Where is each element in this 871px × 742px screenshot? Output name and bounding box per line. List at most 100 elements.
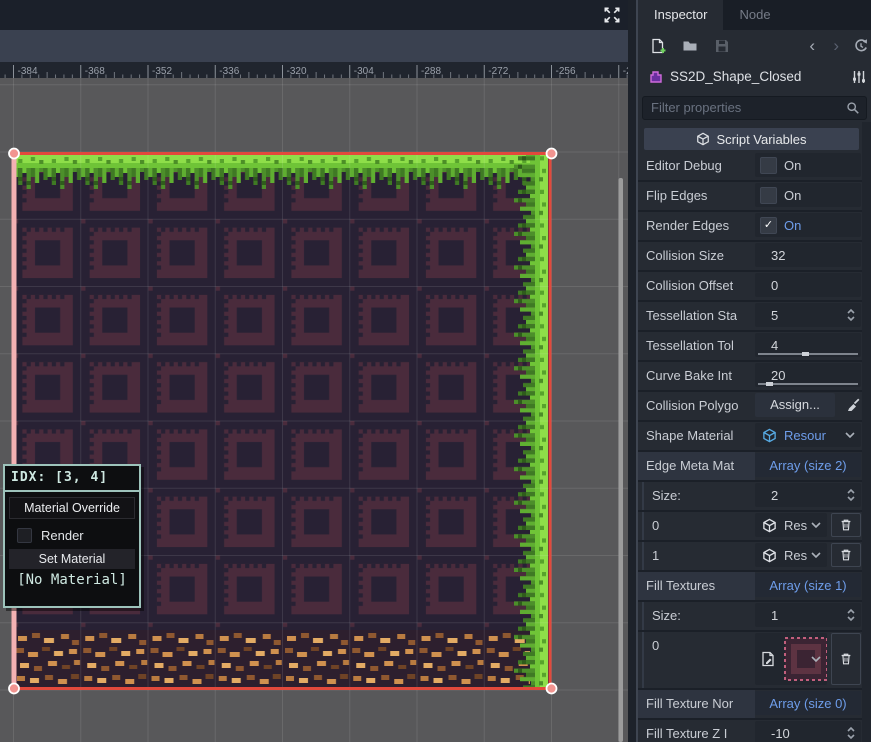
spinner-icon[interactable] <box>846 726 856 740</box>
property-list: Editor DebugOnFlip EdgesOnRender Edges✓O… <box>638 152 871 742</box>
property-row-collision-polygo-8: Collision Polygo Assign... <box>638 392 871 422</box>
property-value[interactable]: On <box>755 183 861 207</box>
chevron-down-icon[interactable] <box>811 656 821 662</box>
brush-icon[interactable] <box>845 397 861 413</box>
viewport-vertical-scrollbar[interactable] <box>619 178 624 742</box>
property-label: Collision Size <box>646 242 724 269</box>
chevron-down-icon[interactable] <box>811 552 821 558</box>
material-override-button[interactable]: Material Override <box>9 497 135 519</box>
section-script-variables[interactable]: Script Variables <box>644 128 859 150</box>
inspector-dock: Inspector Node ‹ › <box>636 0 871 742</box>
inspector-toolbar: ‹ › <box>638 30 871 62</box>
slider-grabber[interactable] <box>766 382 773 386</box>
history-forward-icon[interactable]: › <box>833 34 839 58</box>
shape-handle-bottom-left[interactable] <box>9 684 19 694</box>
viewport-header <box>0 0 636 30</box>
property-value[interactable]: 32 <box>755 243 861 267</box>
property-value[interactable]: Array (size 1) <box>755 573 861 597</box>
array-button[interactable]: Array (size 0) <box>755 696 861 711</box>
number-value[interactable]: 5 <box>771 308 778 323</box>
property-value[interactable]: 4 <box>755 333 861 357</box>
chevron-down-icon[interactable] <box>845 432 855 438</box>
spinner-icon[interactable] <box>846 608 856 622</box>
checkbox[interactable] <box>760 157 777 174</box>
chevron-down-icon[interactable] <box>811 522 821 528</box>
set-material-button[interactable]: Set Material <box>9 549 135 569</box>
indent-guide <box>642 542 644 570</box>
number-value[interactable]: 2 <box>771 488 778 503</box>
resource-name[interactable]: Res <box>784 518 807 533</box>
property-value[interactable] <box>755 633 827 685</box>
new-resource-icon[interactable] <box>650 38 666 54</box>
resource-cube-icon[interactable] <box>762 548 777 563</box>
svg-text:-352: -352 <box>152 66 172 77</box>
history-back-icon[interactable]: ‹ <box>809 34 815 58</box>
number-value[interactable]: -10 <box>771 726 790 741</box>
expand-icon[interactable] <box>602 5 622 25</box>
number-value[interactable]: 32 <box>771 248 785 263</box>
load-resource-icon[interactable] <box>682 38 698 54</box>
spinner-icon[interactable] <box>846 308 856 322</box>
assign-button[interactable]: Assign... <box>755 393 835 417</box>
object-tools-icon[interactable] <box>851 69 867 85</box>
property-value[interactable]: -10 <box>755 721 861 742</box>
property-value[interactable]: Array (size 0) <box>755 691 861 715</box>
property-value[interactable]: Res <box>755 543 827 567</box>
slider-value[interactable]: 4 <box>771 338 778 353</box>
spinner-icon[interactable] <box>846 488 856 502</box>
render-checkbox[interactable] <box>17 528 32 543</box>
shape-handle-top-left[interactable] <box>9 149 19 159</box>
tab-inspector[interactable]: Inspector <box>638 0 723 30</box>
slider-value[interactable]: 20 <box>771 368 785 383</box>
checkbox[interactable] <box>760 187 777 204</box>
property-value[interactable]: Assign... <box>755 393 861 417</box>
property-value[interactable]: ✓On <box>755 213 861 237</box>
inspector-scrollbar[interactable] <box>862 122 871 742</box>
property-label: Flip Edges <box>646 182 707 209</box>
array-button[interactable]: Array (size 2) <box>755 458 861 473</box>
resource-cube-icon[interactable] <box>762 518 777 533</box>
edited-object-name: SS2D_Shape_Closed <box>670 62 801 92</box>
slider-grabber[interactable] <box>802 352 809 356</box>
property-value[interactable]: 0 <box>755 273 861 297</box>
object-history-icon[interactable] <box>853 38 869 54</box>
resource-name[interactable]: Res <box>784 548 807 563</box>
property-label: Collision Polygo <box>646 392 739 419</box>
property-value[interactable]: Array (size 2) <box>755 453 861 477</box>
resource-cube-icon[interactable] <box>762 428 777 443</box>
tab-node[interactable]: Node <box>723 0 786 30</box>
property-row-shape-material-9: Shape MaterialResour <box>638 422 871 452</box>
property-label: Render Edges <box>646 212 729 239</box>
delete-item-button[interactable] <box>831 633 861 685</box>
property-label: Tessellation Tol <box>646 332 734 359</box>
number-value[interactable]: 1 <box>771 608 778 623</box>
property-row-render-edges-2: Render Edges ✓On <box>638 212 871 242</box>
property-value[interactable]: 5 <box>755 303 861 327</box>
property-value[interactable]: Res <box>755 513 827 537</box>
property-value[interactable]: 20 <box>755 363 861 387</box>
svg-text:-384: -384 <box>18 66 38 77</box>
panel-splitter[interactable] <box>628 0 636 742</box>
shape-handle-bottom-right[interactable] <box>547 684 557 694</box>
property-label: 0 <box>652 632 659 659</box>
delete-item-button[interactable] <box>831 543 861 567</box>
indent-guide <box>642 482 644 510</box>
edit-texture-icon[interactable] <box>760 651 776 667</box>
indent-guide <box>642 602 644 630</box>
number-value[interactable]: 0 <box>771 278 778 293</box>
property-value[interactable]: 1 <box>755 603 861 627</box>
array-button[interactable]: Array (size 1) <box>755 578 861 593</box>
delete-item-button[interactable] <box>831 513 861 537</box>
shape-handle-top-right[interactable] <box>547 149 557 159</box>
trash-icon[interactable] <box>839 548 853 562</box>
property-value[interactable]: Resour <box>755 423 861 447</box>
resource-name[interactable]: Resour <box>784 428 826 443</box>
trash-icon[interactable] <box>839 518 853 532</box>
filter-properties-input[interactable]: Filter properties <box>642 96 867 120</box>
viewport-canvas[interactable] <box>0 78 636 742</box>
property-value[interactable]: 2 <box>755 483 861 507</box>
property-value[interactable]: On <box>755 153 861 177</box>
trash-icon[interactable] <box>839 652 853 666</box>
save-resource-icon[interactable] <box>714 38 730 54</box>
checkbox[interactable]: ✓ <box>760 217 777 234</box>
